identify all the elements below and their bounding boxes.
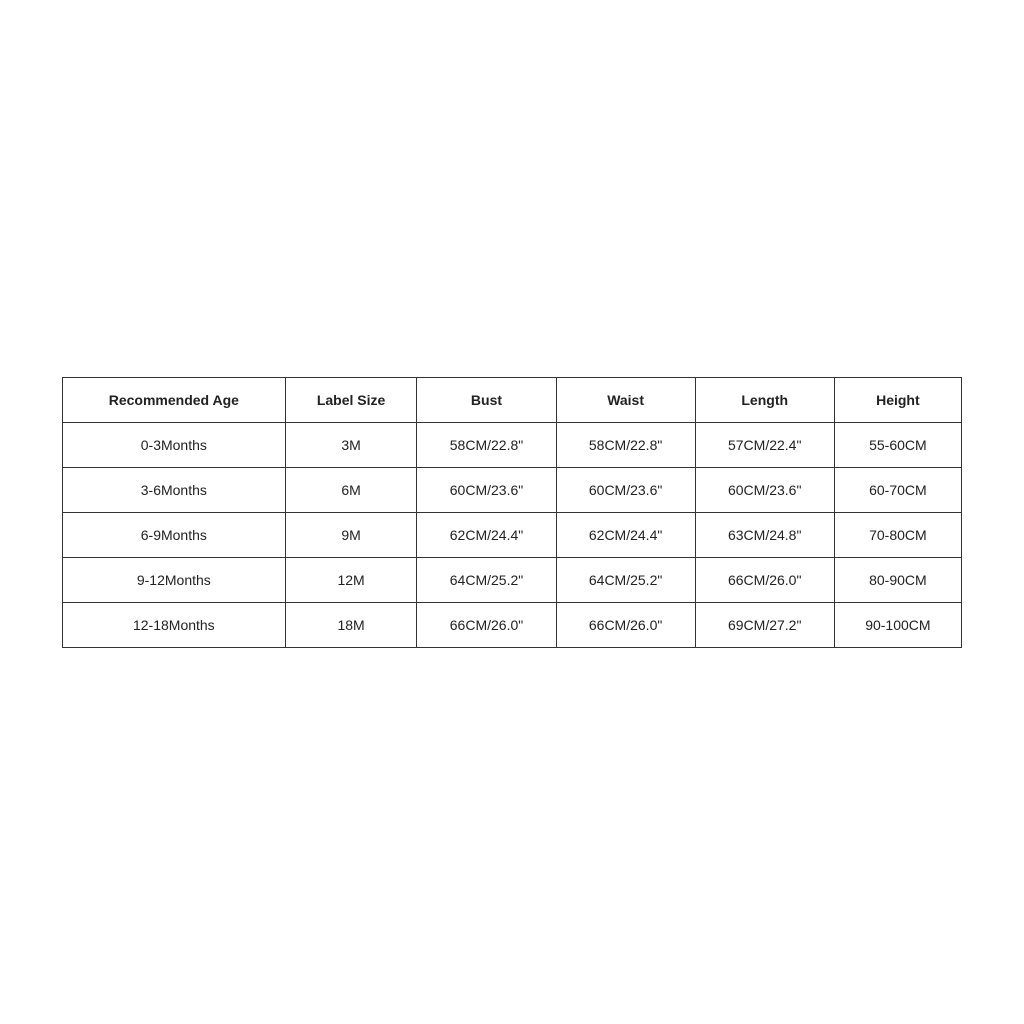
- cell-height: 90-100CM: [834, 602, 961, 647]
- cell-height: 70-80CM: [834, 512, 961, 557]
- header-recommended-age: Recommended Age: [63, 377, 286, 422]
- cell-waist: 64CM/25.2": [556, 557, 695, 602]
- table-row: 12-18Months18M66CM/26.0"66CM/26.0"69CM/2…: [63, 602, 962, 647]
- header-height: Height: [834, 377, 961, 422]
- table-row: 9-12Months12M64CM/25.2"64CM/25.2"66CM/26…: [63, 557, 962, 602]
- cell-height: 60-70CM: [834, 467, 961, 512]
- table-row: 0-3Months3M58CM/22.8"58CM/22.8"57CM/22.4…: [63, 422, 962, 467]
- header-bust: Bust: [417, 377, 556, 422]
- header-waist: Waist: [556, 377, 695, 422]
- cell-label_size: 9M: [285, 512, 417, 557]
- table-header-row: Recommended Age Label Size Bust Waist Le…: [63, 377, 962, 422]
- cell-age: 9-12Months: [63, 557, 286, 602]
- size-chart-table: Recommended Age Label Size Bust Waist Le…: [62, 377, 962, 648]
- cell-label_size: 12M: [285, 557, 417, 602]
- cell-label_size: 18M: [285, 602, 417, 647]
- cell-bust: 66CM/26.0": [417, 602, 556, 647]
- cell-height: 80-90CM: [834, 557, 961, 602]
- cell-waist: 60CM/23.6": [556, 467, 695, 512]
- header-label-size: Label Size: [285, 377, 417, 422]
- cell-length: 63CM/24.8": [695, 512, 834, 557]
- cell-height: 55-60CM: [834, 422, 961, 467]
- cell-age: 0-3Months: [63, 422, 286, 467]
- cell-bust: 64CM/25.2": [417, 557, 556, 602]
- table-row: 3-6Months6M60CM/23.6"60CM/23.6"60CM/23.6…: [63, 467, 962, 512]
- cell-waist: 58CM/22.8": [556, 422, 695, 467]
- cell-bust: 58CM/22.8": [417, 422, 556, 467]
- cell-bust: 62CM/24.4": [417, 512, 556, 557]
- header-length: Length: [695, 377, 834, 422]
- cell-waist: 66CM/26.0": [556, 602, 695, 647]
- cell-waist: 62CM/24.4": [556, 512, 695, 557]
- cell-age: 12-18Months: [63, 602, 286, 647]
- size-chart-container: Recommended Age Label Size Bust Waist Le…: [62, 377, 962, 648]
- cell-label_size: 3M: [285, 422, 417, 467]
- cell-length: 66CM/26.0": [695, 557, 834, 602]
- table-row: 6-9Months9M62CM/24.4"62CM/24.4"63CM/24.8…: [63, 512, 962, 557]
- cell-length: 69CM/27.2": [695, 602, 834, 647]
- cell-age: 3-6Months: [63, 467, 286, 512]
- cell-bust: 60CM/23.6": [417, 467, 556, 512]
- cell-label_size: 6M: [285, 467, 417, 512]
- cell-age: 6-9Months: [63, 512, 286, 557]
- cell-length: 60CM/23.6": [695, 467, 834, 512]
- cell-length: 57CM/22.4": [695, 422, 834, 467]
